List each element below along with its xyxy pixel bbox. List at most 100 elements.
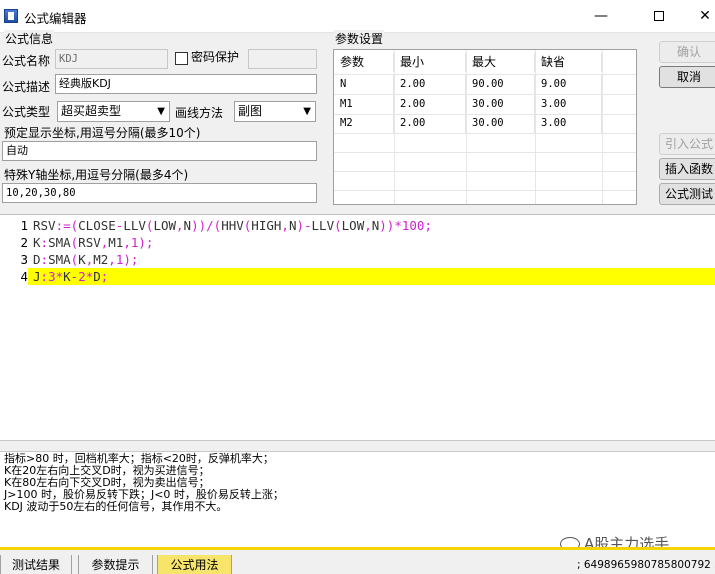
row-divider — [334, 190, 636, 191]
code-token: K — [63, 269, 71, 284]
param-max[interactable]: 90.00 — [466, 75, 535, 94]
param-name: M2 — [334, 114, 394, 133]
code-line[interactable]: 4 J:3*K-2*D; — [0, 268, 715, 285]
table-row[interactable]: M2 2.00 30.00 3.00 — [334, 114, 636, 133]
preset-coord-field[interactable]: 自动 — [2, 141, 317, 161]
password-field[interactable] — [248, 49, 317, 69]
import-formula-button[interactable]: 引入公式 — [659, 133, 715, 155]
line-number: 4 — [0, 268, 28, 285]
code-token: , — [123, 235, 131, 250]
y-axis-coord-field[interactable]: 10,20,30,80 — [2, 183, 317, 203]
chevron-down-icon: ▼ — [303, 106, 311, 117]
code-token: : — [40, 252, 49, 267]
code-token: 3 — [48, 269, 56, 284]
bottom-tab-strip: 测试结果 参数提示 公式用法 ; 6498965980785800792 5( — [0, 547, 715, 574]
window-title: 公式编辑器 — [24, 11, 87, 26]
formula-type-label: 公式类型 — [2, 105, 51, 119]
maximize-button[interactable] — [636, 0, 682, 32]
code-token: :=( — [55, 218, 79, 233]
code-token: LOW — [153, 218, 177, 233]
param-max[interactable]: 30.00 — [466, 114, 535, 133]
line-number: 3 — [20, 252, 28, 267]
code-token: ))/( — [191, 218, 222, 233]
param-min[interactable]: 2.00 — [394, 114, 466, 133]
params-group-label: 参数设置 — [334, 30, 385, 47]
code-token: ); — [138, 235, 154, 250]
code-editor[interactable]: 1 RSV:=(CLOSE-LLV(LOW,N))/(HHV(HIGH,N)-LL… — [0, 214, 715, 441]
code-token: SMA — [48, 235, 71, 250]
param-default[interactable]: 3.00 — [535, 114, 602, 133]
chevron-down-icon: ▼ — [157, 106, 165, 117]
password-protect-label: 密码保护 — [191, 50, 240, 64]
line-number: 1 — [20, 218, 28, 233]
param-min[interactable]: 2.00 — [394, 95, 466, 114]
app-icon — [4, 9, 18, 23]
param-default[interactable]: 9.00 — [535, 75, 602, 94]
code-token: , — [364, 218, 372, 233]
splitter[interactable] — [0, 440, 715, 452]
note-line: KDJ 波动于50左右的任何信号，其作用不大。 — [4, 500, 228, 513]
params-header-row: 参数 最小 最大 缺省 — [334, 53, 636, 72]
row-divider — [334, 152, 636, 153]
code-token: ; — [100, 269, 109, 284]
code-token: 2 — [78, 269, 86, 284]
insert-function-button[interactable]: 插入函数 — [659, 158, 715, 180]
code-token: J — [33, 269, 41, 284]
formula-editor-window: 公式编辑器 — ✕ 公式信息 公式名称 KDJ 密码保护 公式描述 经典版KDJ… — [0, 0, 715, 574]
params-table[interactable]: 参数 最小 最大 缺省 N 2.00 90.00 9.00 M1 2.00 30… — [333, 49, 637, 205]
param-default[interactable]: 3.00 — [535, 95, 602, 114]
title-bar: 公式编辑器 — ✕ — [0, 0, 715, 33]
code-token: )- — [296, 218, 312, 233]
draw-method-select[interactable]: 副图 ▼ — [234, 101, 316, 122]
header-max: 最大 — [466, 53, 535, 72]
code-token: LLV — [311, 218, 335, 233]
minimize-button[interactable]: — — [578, 0, 624, 32]
close-button[interactable]: ✕ — [682, 0, 715, 32]
tab-formula-usage[interactable]: 公式用法 — [157, 555, 232, 574]
formula-desc-label: 公式描述 — [2, 80, 51, 94]
formula-type-value: 超买超卖型 — [61, 104, 122, 118]
code-token: * — [55, 269, 64, 284]
tab-param-hint[interactable]: 参数提示 — [78, 555, 153, 574]
tab-test-result[interactable]: 测试结果 — [0, 555, 72, 574]
formula-test-button[interactable]: 公式测试 — [659, 183, 715, 205]
formula-info-group-label: 公式信息 — [4, 30, 55, 47]
code-line[interactable]: 1 RSV:=(CLOSE-LLV(LOW,N))/(HHV(HIGH,N)-LL… — [0, 217, 715, 234]
maximize-icon — [654, 11, 664, 21]
code-token: M1 — [108, 235, 124, 250]
header-default: 缺省 — [535, 53, 602, 72]
header-param: 参数 — [334, 53, 394, 72]
code-line[interactable]: 3 D:SMA(K,M2,1); — [0, 251, 715, 268]
param-max[interactable]: 30.00 — [466, 95, 535, 114]
password-protect-checkbox[interactable] — [175, 52, 188, 65]
y-axis-coord-label: 特殊Y轴坐标,用逗号分隔(最多4个) — [4, 168, 189, 182]
param-min[interactable]: 2.00 — [394, 75, 466, 94]
code-token: SMA — [48, 252, 71, 267]
code-token: , — [108, 252, 116, 267]
code-token: D — [93, 269, 101, 284]
code-token: K — [33, 235, 41, 250]
preset-coord-label: 预定显示坐标,用逗号分隔(最多10个) — [4, 126, 201, 140]
draw-method-label: 画线方法 — [175, 106, 224, 120]
code-line[interactable]: 2 K:SMA(RSV,M1,1); — [0, 234, 715, 251]
code-token: : — [40, 235, 49, 250]
code-token: M2 — [93, 252, 109, 267]
code-token: ( — [334, 218, 342, 233]
line-number: 2 — [20, 235, 28, 250]
formula-name-field[interactable]: KDJ — [55, 49, 168, 69]
table-row[interactable]: N 2.00 90.00 9.00 — [334, 75, 636, 94]
formula-desc-field[interactable]: 经典版KDJ — [55, 74, 317, 94]
confirm-button[interactable]: 确认 — [659, 41, 715, 63]
code-token: ; — [424, 218, 432, 233]
row-divider — [334, 171, 636, 172]
code-token: HIGH — [251, 218, 282, 233]
code-token: K — [78, 252, 86, 267]
code-text: D:SMA(K,M2,1); — [33, 251, 138, 268]
formula-type-select[interactable]: 超买超卖型 ▼ — [57, 101, 170, 122]
cancel-button[interactable]: 取消 — [659, 66, 715, 88]
table-row[interactable]: M1 2.00 30.00 3.00 — [334, 95, 636, 114]
code-text: J:3*K-2*D; — [33, 268, 108, 285]
code-text: K:SMA(RSV,M1,1); — [33, 234, 153, 251]
draw-method-value: 副图 — [238, 104, 263, 118]
code-token: , — [176, 218, 184, 233]
